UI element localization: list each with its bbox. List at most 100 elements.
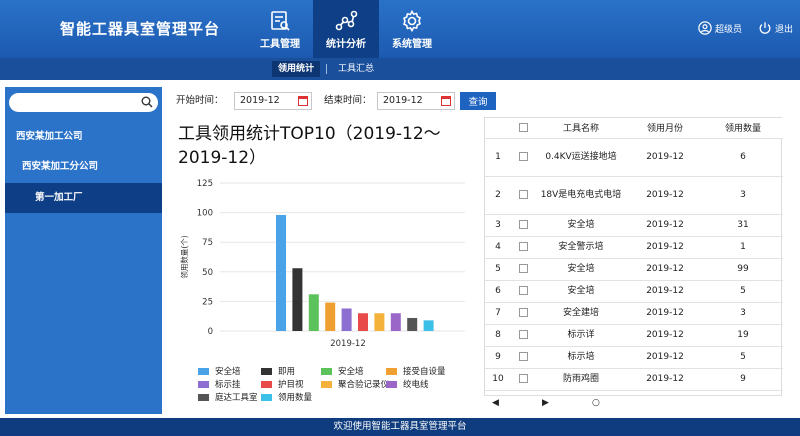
legend-item[interactable]: 领用数量 [261,391,312,403]
power-icon [759,22,771,34]
legend-swatch [386,368,397,375]
start-date-value: 2019-12 [240,95,280,106]
row-index: 3 [485,214,511,237]
tree-node-factory[interactable]: 第一加工厂 [5,183,162,213]
table-row[interactable]: 5 安全培 2019-12 99 [485,258,783,281]
row-month: 2019-12 [627,368,703,391]
calendar-icon[interactable] [441,96,451,106]
legend-label: 安全培 [215,367,241,377]
row-select[interactable] [511,302,535,325]
row-checkbox[interactable] [518,330,528,339]
next-page-icon[interactable]: ▶ [542,398,549,408]
org-sidebar: 西安某加工公司 西安某加工分公司 第一加工厂 [5,87,162,414]
row-checkbox[interactable] [518,190,528,199]
row-tool-name: 安全建培 [535,302,627,325]
analysis-icon [335,10,358,31]
tab-statistics[interactable]: 统计分析 [313,0,379,58]
row-checkbox[interactable] [518,242,528,251]
legend-item[interactable]: 护目视 [261,378,304,390]
col-month[interactable]: 领用月份 [627,118,703,139]
app-header: 智能工器具室管理平台 工具管理 统计分析 系统管理 超级员 退出 [0,0,800,58]
table-row[interactable]: 3 安全培 2019-12 31 [485,214,783,237]
row-checkbox[interactable] [518,352,528,361]
row-index: 8 [485,324,511,347]
col-tool-name[interactable]: 工具名称 [535,118,627,139]
legend-item[interactable]: 标示挂 [198,378,241,390]
row-select[interactable] [511,214,535,237]
row-checkbox[interactable] [518,264,528,273]
legend-item[interactable]: 安全培 [321,365,364,377]
row-tool-name: 18V是电充电式电培 [535,176,627,215]
app-brand: 智能工器具室管理平台 [60,20,221,38]
usage-table: 工具名称 领用月份 领用数量 1 0.4KV运送接地培 2019-12 6 2 18V是电… [484,117,783,396]
legend-item[interactable]: 聚合验记录仪 [321,378,389,390]
prev-page-icon[interactable]: ◀ [492,398,499,408]
page-dot-icon[interactable]: ○ [592,398,600,408]
row-select[interactable] [511,176,535,215]
gear-icon [403,9,421,33]
tree-node-company[interactable]: 西安某加工公司 [5,128,162,146]
bar-5 [341,308,352,331]
row-select[interactable] [511,236,535,259]
legend-item[interactable]: 接受自设量 [386,365,446,377]
row-index: 6 [485,280,511,303]
table-row[interactable]: 4 安全警示培 2019-12 1 [485,236,783,259]
tab-tool-management[interactable]: 工具管理 [247,0,313,58]
search-icon[interactable] [141,96,153,108]
subnav-divider [326,64,327,74]
row-checkbox[interactable] [518,220,528,229]
tree-node-branch[interactable]: 西安某加工分公司 [5,158,162,176]
tab-label: 工具管理 [260,39,300,50]
row-tool-name: 标示详 [535,324,627,347]
legend-item[interactable]: 庭达工具室 [198,391,258,403]
row-select[interactable] [511,138,535,177]
row-checkbox[interactable] [518,152,528,161]
table-row[interactable]: 1 0.4KV运送接地培 2019-12 6 [485,138,783,177]
select-all-checkbox[interactable] [518,122,528,132]
calendar-icon[interactable] [298,96,308,106]
row-select[interactable] [511,324,535,347]
end-time-label: 结束时间： [324,95,372,106]
row-checkbox[interactable] [518,286,528,295]
row-quantity: 9 [703,368,783,391]
table-row[interactable]: 9 标示培 2019-12 5 [485,346,783,369]
end-date-input[interactable]: 2019-12 [377,92,455,110]
org-search-input[interactable] [9,93,158,112]
legend-item[interactable]: 安全培 [198,365,241,377]
subtab-tool-summary[interactable]: 工具汇总 [332,61,380,77]
row-select[interactable] [511,258,535,281]
logout-button[interactable]: 退出 [758,21,793,35]
row-tool-name: 安全培 [535,214,627,237]
subtab-usage-stats[interactable]: 领用统计 [272,61,321,77]
row-month: 2019-12 [627,258,703,281]
col-quantity[interactable]: 领用数量 [703,118,783,139]
legend-swatch [321,381,332,388]
col-select[interactable] [511,118,535,139]
legend-item[interactable]: 即用 [261,365,295,377]
tab-system-management[interactable]: 系统管理 [379,0,445,58]
legend-label: 聚合验记录仪 [338,380,390,390]
row-select[interactable] [511,280,535,303]
table-row[interactable]: 6 安全培 2019-12 5 [485,280,783,303]
row-checkbox[interactable] [518,308,528,317]
legend-label: 绞电线 [403,380,429,390]
row-select[interactable] [511,346,535,369]
start-date-input[interactable]: 2019-12 [234,92,312,110]
table-row[interactable]: 8 标示详 2019-12 19 [485,324,783,347]
row-index: 2 [485,176,511,215]
y-tick-label: 0 [208,327,213,337]
row-quantity: 19 [703,324,783,347]
table-row[interactable]: 2 18V是电充电式电培 2019-12 3 [485,176,783,215]
query-button[interactable]: 查询 [460,92,496,110]
table-row[interactable]: 10 防雨鸡圈 2019-12 9 [485,368,783,391]
row-checkbox[interactable] [518,374,528,383]
legend-item[interactable]: 绞电线 [386,378,429,390]
legend-swatch [386,381,397,388]
row-quantity: 99 [703,258,783,281]
row-index: 9 [485,346,511,369]
legend-swatch [198,394,209,401]
row-select[interactable] [511,368,535,391]
chart-title: 工具领用统计TOP10（2019-12～2019-12） [178,124,441,168]
user-menu[interactable]: 超级员 [698,21,742,35]
table-row[interactable]: 7 安全建培 2019-12 3 [485,302,783,325]
